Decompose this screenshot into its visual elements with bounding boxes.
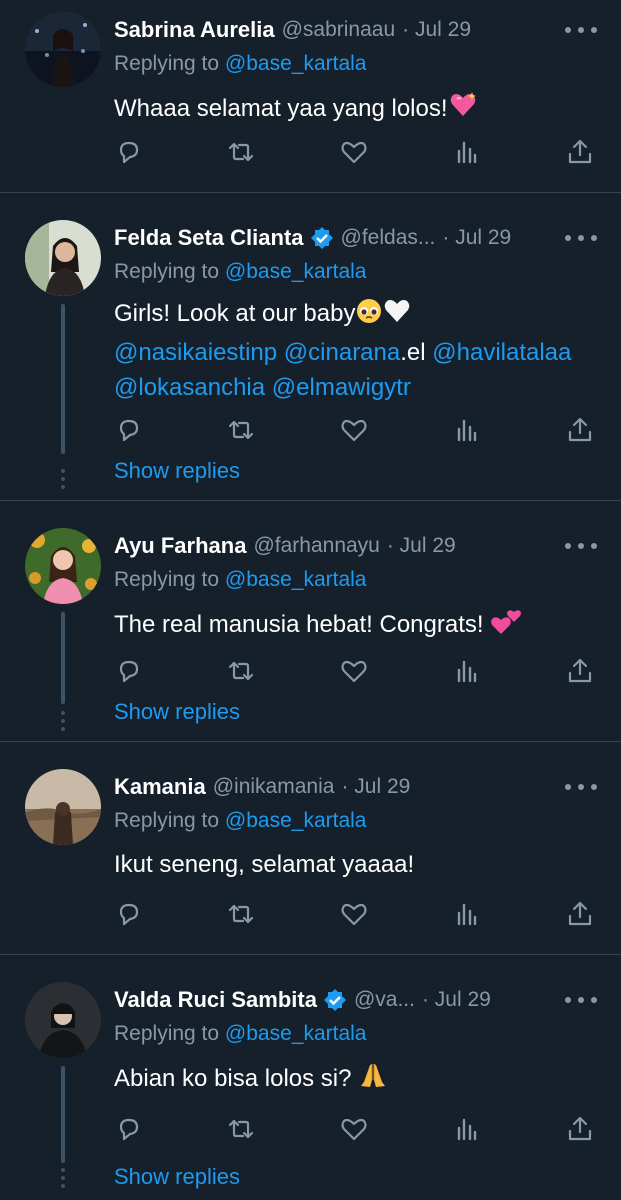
share-icon[interactable] [565, 1114, 595, 1144]
reply-icon[interactable] [114, 656, 144, 686]
retweet-icon[interactable] [226, 137, 256, 167]
thread-line [61, 612, 65, 704]
mention-link[interactable]: @base_kartala [225, 568, 367, 591]
replies-feed: Sabrina Aurelia @sabrinaau · Jul 29 Repl… [0, 0, 621, 1200]
share-icon[interactable] [565, 137, 595, 167]
show-replies-link[interactable]: Show replies [114, 699, 240, 725]
mention-link[interactable]: @base_kartala [225, 260, 367, 283]
analytics-icon[interactable] [452, 415, 482, 445]
tweet-kamania[interactable]: Kamania @inikamania · Jul 29 Replying to… [0, 742, 621, 955]
verified-icon [310, 226, 334, 250]
mention-link[interactable]: @base_kartala [225, 1022, 367, 1045]
reply-icon[interactable] [114, 415, 144, 445]
thread-dots [60, 711, 66, 735]
avatar[interactable] [25, 11, 101, 87]
show-replies-link[interactable]: Show replies [114, 1164, 240, 1190]
author-name[interactable]: Valda Ruci Sambita [114, 987, 317, 1013]
pleading-face-emoji [355, 297, 383, 335]
tweet-date[interactable]: · Jul 29 [402, 18, 471, 42]
avatar[interactable] [25, 982, 101, 1058]
reply-icon[interactable] [114, 137, 144, 167]
replying-to: Replying to @base_kartala [114, 1022, 367, 1045]
author-name[interactable]: Kamania [114, 774, 206, 800]
mention-link[interactable]: @nasikaiestinp [114, 339, 277, 366]
action-bar [114, 1114, 598, 1150]
thread-dots [60, 469, 66, 493]
mention-link[interactable]: @havilatalaa [432, 339, 571, 366]
like-icon[interactable] [339, 656, 369, 686]
action-bar [114, 656, 598, 692]
author-handle[interactable]: @farhannayu [253, 534, 379, 558]
share-icon[interactable] [565, 656, 595, 686]
author-name[interactable]: Ayu Farhana [114, 533, 246, 559]
verified-icon [323, 988, 347, 1012]
tweet-date[interactable]: · Jul 29 [341, 775, 410, 799]
replying-to: Replying to @base_kartala [114, 52, 367, 75]
analytics-icon[interactable] [452, 899, 482, 929]
like-icon[interactable] [339, 415, 369, 445]
avatar[interactable] [25, 769, 101, 845]
tweet-sabrina[interactable]: Sabrina Aurelia @sabrinaau · Jul 29 Repl… [0, 0, 621, 193]
analytics-icon[interactable] [452, 137, 482, 167]
folded-hands-emoji [358, 1060, 388, 1100]
author-handle[interactable]: @feldas... [341, 226, 436, 250]
more-icon[interactable] [565, 529, 597, 563]
sparkling-heart-emoji [448, 90, 478, 130]
two-hearts-emoji [490, 606, 522, 646]
show-replies-link[interactable]: Show replies [114, 458, 240, 484]
thread-dots [60, 1168, 66, 1192]
tweet-text: Abian ko bisa lolos si? [114, 1060, 593, 1100]
author-handle[interactable]: @va... [354, 988, 415, 1012]
mention-link[interactable]: @lokasanchia [114, 374, 265, 401]
like-icon[interactable] [339, 899, 369, 929]
more-icon[interactable] [565, 983, 597, 1017]
more-icon[interactable] [565, 221, 597, 255]
tweet-date[interactable]: · Jul 29 [387, 534, 456, 558]
avatar[interactable] [25, 220, 101, 296]
share-icon[interactable] [565, 899, 595, 929]
tweet-text: Ikut seneng, selamat yaaaa! [114, 851, 415, 878]
mention-link[interactable]: @elmawigytr [272, 374, 411, 401]
retweet-icon[interactable] [226, 899, 256, 929]
white-heart-emoji [383, 297, 411, 335]
tweet-ayu[interactable]: Ayu Farhana @farhannayu · Jul 29 Replyin… [0, 501, 621, 742]
analytics-icon[interactable] [452, 1114, 482, 1144]
tweet-text: The real manusia hebat! Congrats! [114, 606, 593, 646]
reply-icon[interactable] [114, 1114, 144, 1144]
replying-to: Replying to @base_kartala [114, 260, 367, 283]
author-name[interactable]: Felda Seta Clianta [114, 225, 304, 251]
more-icon[interactable] [565, 770, 597, 804]
replying-to: Replying to @base_kartala [114, 568, 367, 591]
action-bar [114, 137, 598, 173]
like-icon[interactable] [339, 137, 369, 167]
retweet-icon[interactable] [226, 1114, 256, 1144]
tweet-valda[interactable]: Valda Ruci Sambita @va... · Jul 29 Reply… [0, 955, 621, 1200]
tweet-date[interactable]: · Jul 29 [422, 988, 491, 1012]
action-bar [114, 899, 598, 935]
mention-link[interactable]: @cinarana [284, 339, 400, 366]
analytics-icon[interactable] [452, 656, 482, 686]
mention-link[interactable]: @base_kartala [225, 809, 367, 832]
tweet-text: Whaaa selamat yaa yang lolos! [114, 90, 593, 130]
tweet-date[interactable]: · Jul 29 [442, 226, 511, 250]
more-icon[interactable] [565, 13, 597, 47]
share-icon[interactable] [565, 415, 595, 445]
mention-link[interactable]: @base_kartala [225, 52, 367, 75]
tweet-felda[interactable]: Felda Seta Clianta @feldas... · Jul 29 R… [0, 193, 621, 501]
author-handle[interactable]: @sabrinaau [282, 18, 396, 42]
tweet-text: Girls! Look at our baby @nasikaiestinp @… [114, 296, 593, 405]
author-name[interactable]: Sabrina Aurelia [114, 17, 275, 43]
retweet-icon[interactable] [226, 415, 256, 445]
action-bar [114, 415, 598, 451]
author-handle[interactable]: @inikamania [213, 775, 335, 799]
reply-icon[interactable] [114, 899, 144, 929]
avatar[interactable] [25, 528, 101, 604]
thread-line [61, 1066, 65, 1163]
replying-to: Replying to @base_kartala [114, 809, 367, 832]
thread-line [61, 304, 65, 454]
retweet-icon[interactable] [226, 656, 256, 686]
like-icon[interactable] [339, 1114, 369, 1144]
